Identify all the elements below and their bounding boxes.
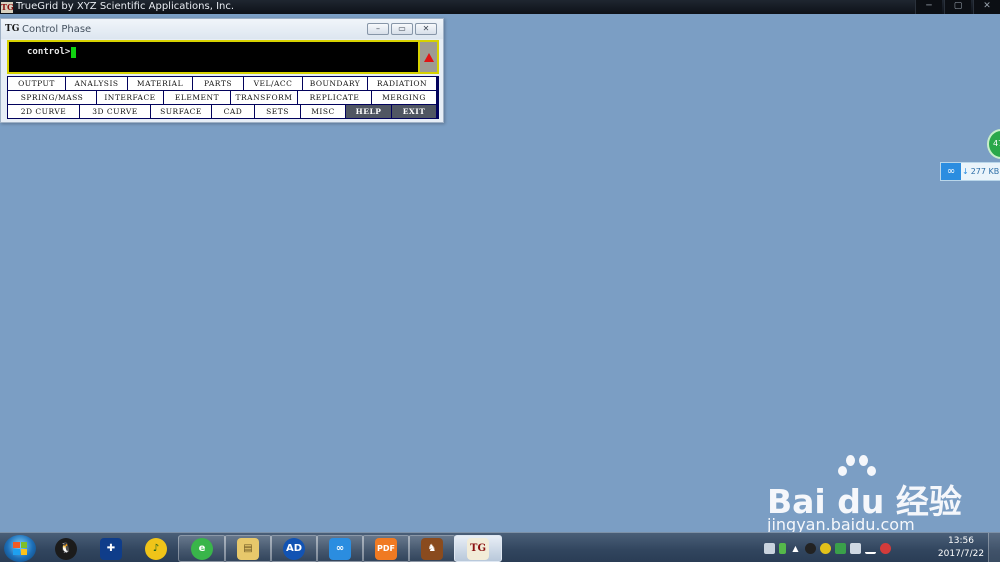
baidu-watermark: Bai du 经验 jingyan.baidu.com <box>765 455 965 540</box>
control-close-button[interactable]: ✕ <box>415 23 437 35</box>
taskbar: 🐧 ✚ ♪ e ▤ AD ∞ PDF ♞ TG ▲ 13:56 2017/7/2… <box>0 532 1000 562</box>
control-window-title-bar[interactable]: TG Control Phase – ▭ ✕ <box>1 19 443 39</box>
start-button[interactable] <box>4 535 36 562</box>
network-speed-widget[interactable]: ∞ ↓ 277 KB <box>940 162 1000 181</box>
keyboard-icon[interactable] <box>764 542 775 554</box>
text-cursor <box>71 47 77 58</box>
tray-qq-icon[interactable] <box>805 542 816 554</box>
menu-transform-button[interactable]: TRANSFORM <box>231 91 297 104</box>
network-speed-value: 277 KB <box>970 167 1000 176</box>
tray-security-icon[interactable] <box>835 542 846 554</box>
menu-element-button[interactable]: ELEMENT <box>164 91 230 104</box>
control-phase-window: TG Control Phase – ▭ ✕ control> OUTPUT A… <box>0 18 444 123</box>
baidu-cloud-icon: ∞ <box>329 537 351 560</box>
autodesk-icon: AD <box>283 537 305 560</box>
command-input[interactable]: control> <box>9 42 418 72</box>
system-tray: ▲ <box>760 533 930 562</box>
volume-muted-icon[interactable] <box>880 542 891 554</box>
menu-vel-acc-button[interactable]: VEL/ACC <box>244 77 302 90</box>
taskbar-autodesk[interactable]: AD <box>270 535 318 562</box>
menu-merging-button[interactable]: MERGING <box>372 91 436 104</box>
control-minimize-button[interactable]: – <box>367 23 389 35</box>
cloud-icon: ∞ <box>941 163 961 180</box>
menu-surface-button[interactable]: SURFACE <box>151 105 211 118</box>
taskbar-file-explorer[interactable]: ▤ <box>224 535 272 562</box>
show-desktop-button[interactable] <box>988 533 1000 562</box>
menu-cad-button[interactable]: CAD <box>212 105 254 118</box>
menu-spring-mass-button[interactable]: SPRING/MASS <box>8 91 96 104</box>
download-arrow-icon: ↓ <box>962 167 969 176</box>
taskbar-pdf-reader[interactable]: PDF <box>362 535 410 562</box>
menu-replicate-button[interactable]: REPLICATE <box>298 91 371 104</box>
truegrid-icon: TG <box>467 537 489 560</box>
clock-date: 2017/7/22 <box>937 549 985 559</box>
truegrid-logo-icon: TG <box>5 23 20 34</box>
app-title-bar[interactable]: TG TrueGrid by XYZ Scientific Applicatio… <box>0 0 1000 14</box>
qq-icon: 🐧 <box>55 537 77 560</box>
game-icon: ♞ <box>421 537 443 560</box>
control-window-title: Control Phase <box>22 23 92 35</box>
menu-row-2: SPRING/MASS INTERFACE ELEMENT TRANSFORM … <box>8 91 438 105</box>
command-menu: OUTPUT ANALYSIS MATERIAL PARTS VEL/ACC B… <box>7 76 439 119</box>
tray-device-icon[interactable] <box>850 542 861 554</box>
menu-material-button[interactable]: MATERIAL <box>128 77 192 90</box>
command-prompt: control> <box>27 47 71 57</box>
menu-sets-button[interactable]: SETS <box>255 105 300 118</box>
close-button[interactable]: ✕ <box>973 0 1000 14</box>
menu-row-1: OUTPUT ANALYSIS MATERIAL PARTS VEL/ACC B… <box>8 77 438 91</box>
menu-row-3: 2D CURVE 3D CURVE SURFACE CAD SETS MISC … <box>8 105 438 119</box>
windows-logo-icon <box>13 542 27 555</box>
menu-help-button[interactable]: HELP <box>346 105 391 118</box>
taskbar-music-player[interactable]: ♪ <box>132 535 180 562</box>
taskbar-network-tool[interactable]: ✚ <box>87 535 135 562</box>
taskbar-truegrid[interactable]: TG <box>454 535 502 562</box>
pdf-reader-icon: PDF <box>375 537 397 560</box>
file-explorer-icon: ▤ <box>237 537 259 560</box>
clock-time: 13:56 <box>948 536 974 546</box>
menu-misc-button[interactable]: MISC <box>301 105 345 118</box>
menu-analysis-button[interactable]: ANALYSIS <box>66 77 127 90</box>
menu-exit-button[interactable]: EXIT <box>392 105 436 118</box>
scroll-up-arrow-icon[interactable] <box>424 53 434 62</box>
truegrid-logo-icon: TG <box>1 1 14 13</box>
minimize-button[interactable]: ─ <box>915 0 942 14</box>
menu-radiation-button[interactable]: RADIATION <box>368 77 436 90</box>
system-clock[interactable]: 13:56 2017/7/22 <box>937 535 985 561</box>
menu-3d-curve-button[interactable]: 3D CURVE <box>80 105 150 118</box>
taskbar-qq[interactable]: 🐧 <box>42 535 90 562</box>
show-hidden-icons-chevron-icon[interactable]: ▲ <box>790 543 801 554</box>
battery-icon[interactable] <box>779 542 786 554</box>
taskbar-game[interactable]: ♞ <box>408 535 456 562</box>
maximize-button[interactable]: ▢ <box>944 0 971 14</box>
taskbar-browser[interactable]: e <box>178 535 226 562</box>
tray-assistant-icon[interactable] <box>820 542 831 554</box>
taskbar-baidu-cloud[interactable]: ∞ <box>316 535 364 562</box>
menu-output-button[interactable]: OUTPUT <box>8 77 65 90</box>
music-player-icon: ♪ <box>145 537 167 560</box>
menu-parts-button[interactable]: PARTS <box>193 77 243 90</box>
menu-interface-button[interactable]: INTERFACE <box>97 91 163 104</box>
browser-icon: e <box>191 537 213 560</box>
console-scrollbar[interactable] <box>418 42 437 72</box>
floating-assistant-ball[interactable]: 47 <box>987 129 1000 159</box>
command-console[interactable]: control> <box>7 40 439 74</box>
control-restore-button[interactable]: ▭ <box>391 23 413 35</box>
app-title: TrueGrid by XYZ Scientific Applications,… <box>16 1 235 12</box>
menu-boundary-button[interactable]: BOUNDARY <box>303 77 367 90</box>
menu-2d-curve-button[interactable]: 2D CURVE <box>8 105 79 118</box>
network-signal-icon[interactable] <box>865 543 876 554</box>
network-tool-icon: ✚ <box>100 537 122 560</box>
